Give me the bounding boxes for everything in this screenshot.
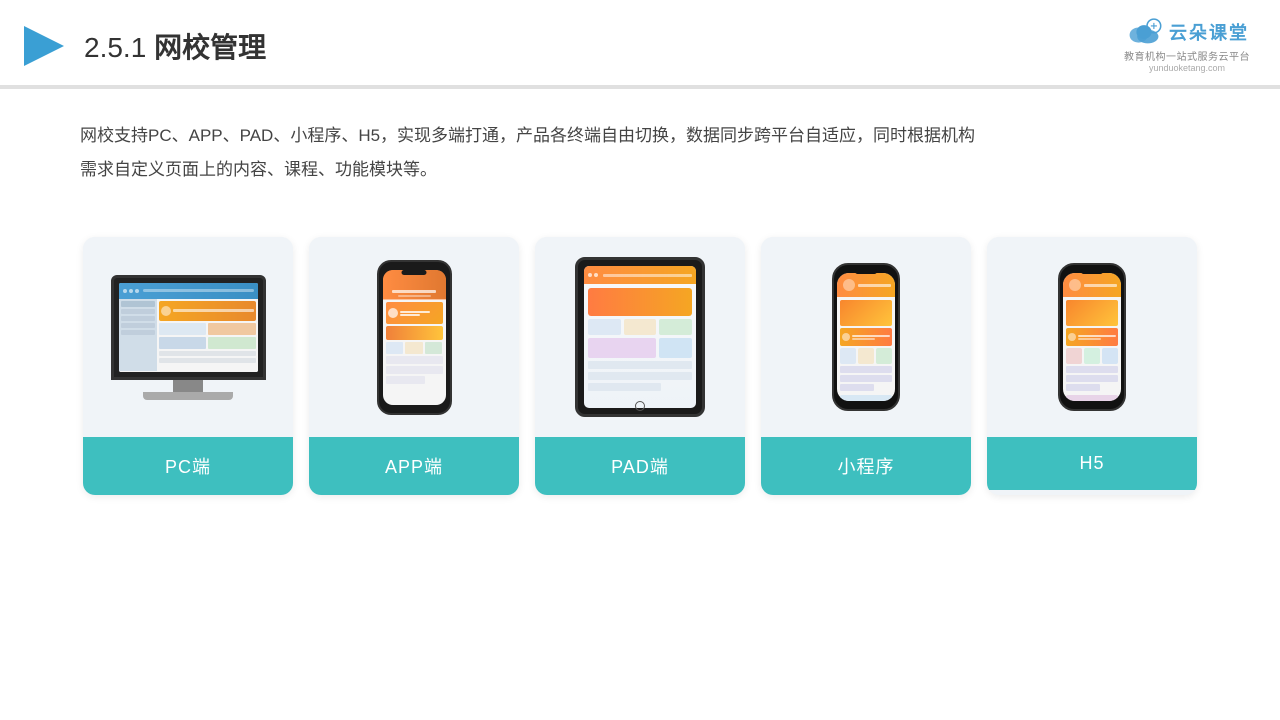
card-pc-label: PC端 [83, 437, 293, 495]
card-pc: PC端 [83, 237, 293, 495]
card-h5: H5 [987, 237, 1197, 495]
card-miniprogram: 小程序 [761, 237, 971, 495]
desc-line1: 网校支持PC、APP、PAD、小程序、H5，实现多端打通，产品各终端自由切换，数… [80, 119, 1200, 153]
cards-container: PC端 [0, 207, 1280, 525]
card-pad-image [535, 237, 745, 437]
pc-mockup [111, 275, 266, 400]
card-app-image [309, 237, 519, 437]
card-pc-image [83, 237, 293, 437]
card-miniprogram-label: 小程序 [761, 437, 971, 495]
header-left: 2.5.1 网校管理 [20, 22, 266, 70]
h5-phone [1058, 263, 1126, 411]
page-title: 2.5.1 网校管理 [84, 26, 266, 66]
pad-tablet-mockup [575, 257, 705, 417]
logo-text: 云朵课堂 [1169, 19, 1249, 45]
cloud-icon [1125, 18, 1163, 46]
description: 网校支持PC、APP、PAD、小程序、H5，实现多端打通，产品各终端自由切换，数… [0, 89, 1280, 197]
card-app-label: APP端 [309, 437, 519, 495]
card-h5-label: H5 [987, 437, 1197, 490]
app-phone-mockup [377, 260, 452, 415]
card-pad: PAD端 [535, 237, 745, 495]
logo-cloud: 云朵课堂 [1125, 18, 1249, 46]
card-app: APP端 [309, 237, 519, 495]
card-h5-image [987, 237, 1197, 437]
header: 2.5.1 网校管理 云朵课堂 教育机构一站式服务云平台 yunduoketan… [0, 0, 1280, 87]
logo-url: yunduoketang.com [1149, 63, 1225, 73]
logo-sub: 教育机构一站式服务云平台 [1124, 48, 1250, 63]
pc-screen [111, 275, 266, 380]
logo-area: 云朵课堂 教育机构一站式服务云平台 yunduoketang.com [1124, 18, 1250, 73]
miniprogram-phone [832, 263, 900, 411]
card-pad-label: PAD端 [535, 437, 745, 495]
card-miniprogram-image [761, 237, 971, 437]
desc-line2: 需求自定义页面上的内容、课程、功能模块等。 [80, 153, 1200, 187]
play-icon [20, 22, 68, 70]
